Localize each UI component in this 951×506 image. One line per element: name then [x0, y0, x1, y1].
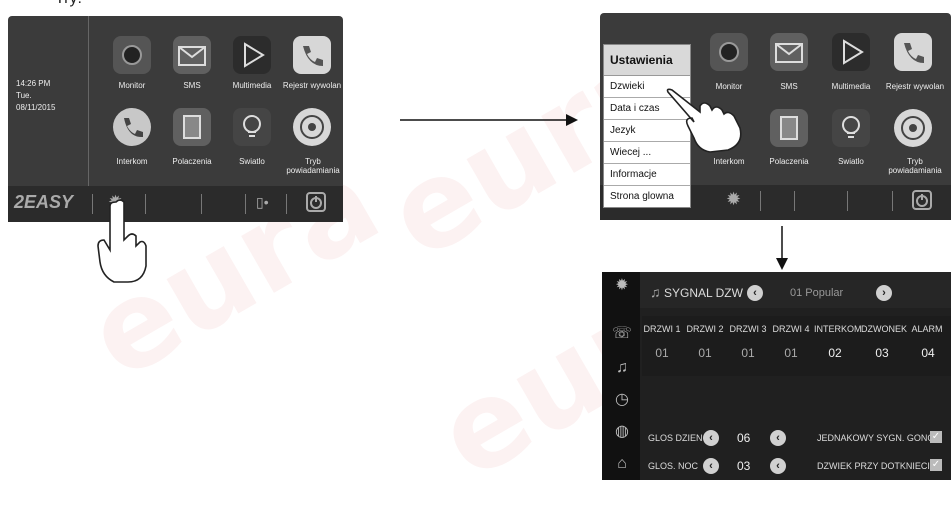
tile-label-multimedia: Multimedia: [831, 82, 871, 91]
arrow-down-icon: [776, 226, 788, 270]
envelope-icon[interactable]: [173, 36, 211, 74]
glos-dzien-label: GLOS DZIEN: [648, 433, 703, 443]
settings-menu-title: Ustawienia: [604, 45, 690, 76]
tile-label-swiatlo: Swiatlo: [239, 157, 265, 166]
intercom-icon[interactable]: ☏: [612, 324, 632, 344]
clock-date: 08/11/2015: [16, 103, 56, 112]
clock: 14:26 PM Tue. 08/11/2015: [16, 78, 55, 114]
glos-noc-value: 03: [737, 459, 751, 473]
tile-label-sms: SMS: [183, 81, 201, 90]
increase-icon[interactable]: ‹: [770, 430, 786, 446]
globe-icon[interactable]: ◍: [612, 422, 632, 442]
col-header: ALARM: [911, 324, 943, 334]
menu-item-informacje[interactable]: Informacje: [604, 164, 690, 186]
play-icon[interactable]: [233, 36, 271, 74]
col-value[interactable]: 02: [816, 346, 854, 360]
top-fragment: Try:: [55, 0, 82, 8]
tile-label-call-log: Rejestr wywolan: [885, 82, 945, 91]
menu-item-strona-glowna[interactable]: Strona glowna: [604, 186, 690, 207]
col-header: DRZWI 3: [729, 324, 767, 334]
camera-icon[interactable]: [710, 33, 748, 71]
tile-label-interkom: Interkom: [116, 157, 148, 166]
col-header: DRZWI 2: [686, 324, 724, 334]
tile-label-sms: SMS: [780, 82, 798, 91]
settings-sidebar: ✹ ☏ ♫ ◷ ◍ ⌂: [602, 272, 640, 480]
gear-icon[interactable]: ✹: [612, 276, 632, 296]
col-value[interactable]: 01: [772, 346, 810, 360]
decrease-icon[interactable]: ‹: [703, 430, 719, 446]
decrease-icon[interactable]: ‹: [703, 458, 719, 474]
tile-label-monitor: Monitor: [118, 81, 146, 90]
music-note-icon: ♫: [650, 284, 661, 300]
call-log-icon[interactable]: [293, 36, 331, 74]
gear-icon[interactable]: ✹: [726, 189, 741, 210]
tile-label-multimedia: Multimedia: [232, 81, 272, 90]
tile-label-polaczenia: Polaczenia: [172, 157, 212, 166]
col-value[interactable]: 01: [686, 346, 724, 360]
tile-label-tryb: Tryb powiadamiania: [286, 157, 340, 175]
checkbox-jednakowy[interactable]: ✓: [930, 431, 942, 443]
ringtone-title: SYGNAL DZW: [664, 286, 743, 300]
clock-day: Tue.: [16, 91, 32, 100]
col-header: DRZWI 4: [772, 324, 810, 334]
music-icon[interactable]: ♫: [612, 358, 632, 378]
arrow-right-icon: [400, 114, 578, 126]
col-value[interactable]: 03: [863, 346, 901, 360]
glos-dzien-value: 06: [737, 431, 751, 445]
col-value[interactable]: 01: [729, 346, 767, 360]
tablet-icon[interactable]: [770, 109, 808, 147]
envelope-icon[interactable]: [770, 33, 808, 71]
bulb-icon[interactable]: [233, 108, 271, 146]
brand-logo: 2EASY: [14, 192, 74, 212]
bulb-icon[interactable]: [832, 109, 870, 147]
clock-icon[interactable]: ◷: [612, 390, 632, 410]
col-header: DRZWI 1: [643, 324, 681, 334]
increase-icon[interactable]: ‹: [770, 458, 786, 474]
col-value[interactable]: 04: [909, 346, 947, 360]
prev-arrow-icon[interactable]: ‹: [747, 285, 763, 301]
glos-noc-label: GLOS. NOC: [648, 461, 699, 471]
hand-pointer-icon: [666, 88, 742, 153]
next-arrow-icon[interactable]: ›: [876, 285, 892, 301]
home-icon[interactable]: ⌂: [612, 454, 632, 474]
power-icon[interactable]: [306, 192, 326, 212]
camera-icon[interactable]: [113, 36, 151, 74]
checkbox-dzwiek[interactable]: ✓: [930, 459, 942, 471]
call-log-icon[interactable]: [894, 33, 932, 71]
col-header: DZWONEK: [861, 324, 907, 334]
power-icon[interactable]: [912, 190, 932, 210]
jednakowy-label: JEDNAKOWY SYGN. GONGU: [817, 433, 941, 443]
tablet-icon[interactable]: [173, 108, 211, 146]
ringtone-preset: 01 Popular: [790, 287, 844, 299]
dzwiek-label: DZWIEK PRZY DOTKNIECIU: [817, 461, 937, 471]
clock-time: 14:26 PM: [16, 79, 51, 88]
door-icon[interactable]: ▯•: [256, 194, 269, 211]
phone-icon[interactable]: [113, 108, 151, 146]
col-header: INTERKOM: [814, 324, 862, 334]
col-value[interactable]: 01: [643, 346, 681, 360]
notify-icon[interactable]: [293, 108, 331, 146]
notify-icon[interactable]: [894, 109, 932, 147]
home-screen-left: 14:26 PM Tue. 08/11/2015 Monitor SMS Mul…: [8, 16, 343, 222]
tile-label-interkom: Interkom: [713, 157, 745, 166]
hand-pointer-icon: [97, 199, 147, 283]
play-icon[interactable]: [832, 33, 870, 71]
tile-label-call-log: Rejestr wywolan: [282, 81, 342, 90]
tile-label-polaczenia: Polaczenia: [769, 157, 809, 166]
tile-label-tryb: Tryb powiadamiania: [888, 157, 942, 175]
tile-label-swiatlo: Swiatlo: [838, 157, 864, 166]
